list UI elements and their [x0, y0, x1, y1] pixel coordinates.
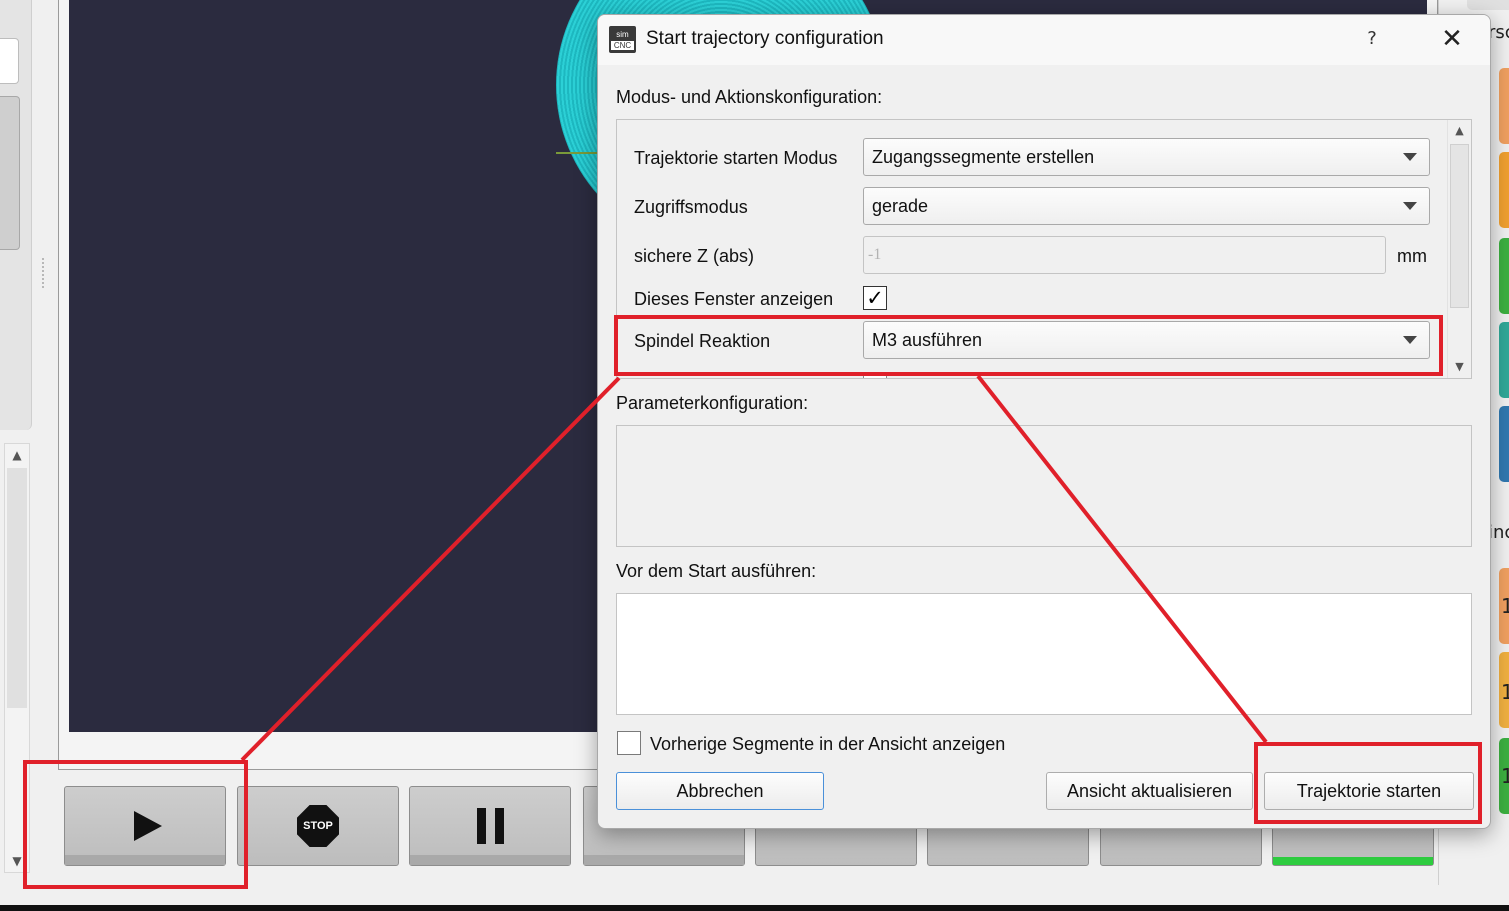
- close-button[interactable]: ✕: [1436, 23, 1468, 55]
- vor-start-label: Vor dem Start ausführen:: [616, 561, 817, 581]
- right-tile-number: 1: [1501, 594, 1509, 618]
- cancel-button[interactable]: Abbrechen: [616, 772, 824, 810]
- pause-icon: [476, 808, 504, 844]
- modus-section-label: Modus- und Aktionskonfiguration:: [616, 87, 883, 107]
- scroll-up-arrow-icon[interactable]: ▲: [1448, 120, 1471, 142]
- scroll-down-arrow-icon[interactable]: ▼: [1448, 356, 1471, 378]
- right-tile-number: 1: [1501, 764, 1509, 788]
- spindel-reaktion-label: Spindel Reaktion: [634, 331, 771, 351]
- modus-config-panel: Trajektorie starten Modus Zugangssegment…: [616, 119, 1472, 379]
- refresh-view-button[interactable]: Ansicht aktualisieren: [1046, 772, 1253, 810]
- simcnc-logo-icon: sim CNC: [609, 26, 636, 53]
- spindel-reaktion-select[interactable]: M3 ausführen: [863, 321, 1430, 359]
- param-section-label: Parameterkonfiguration:: [616, 393, 809, 413]
- fenster-anzeigen-checkbox[interactable]: ✓: [863, 286, 887, 310]
- left-side-tab[interactable]: [0, 96, 20, 250]
- chevron-down-icon: [1403, 202, 1417, 210]
- chevron-down-icon: [1403, 336, 1417, 344]
- right-top-tab[interactable]: [1467, 0, 1509, 10]
- trajektorie-mode-label: Trajektorie starten Modus: [634, 148, 838, 168]
- scroll-up-arrow-icon[interactable]: ▲: [5, 444, 29, 466]
- scroll-down-arrow-icon[interactable]: ▼: [5, 850, 29, 872]
- right-panel-label-top: rsc: [1488, 22, 1509, 43]
- fenster-anzeigen-label: Dieses Fenster anzeigen: [634, 289, 834, 309]
- pause-program-button[interactable]: [409, 786, 571, 866]
- zugriffsmodus-select[interactable]: gerade: [863, 187, 1430, 225]
- right-tile-amber[interactable]: [1499, 152, 1509, 228]
- left-scrollbar[interactable]: ▲ ▼: [4, 443, 30, 873]
- sichere-z-input[interactable]: -1: [863, 236, 1386, 274]
- active-indicator-bar: [1273, 857, 1433, 865]
- checkmark-icon: ✓: [866, 286, 884, 310]
- vor-start-code-editor[interactable]: [616, 593, 1472, 715]
- param-config-panel: [616, 425, 1472, 547]
- left-input-field[interactable]: [0, 38, 19, 84]
- bottom-strip: [0, 885, 1509, 905]
- sichere-z-label: sichere Z (abs): [634, 246, 755, 266]
- help-button[interactable]: ?: [1358, 25, 1386, 53]
- trajektorie-mode-select[interactable]: Zugangssegmente erstellen: [863, 138, 1430, 176]
- hidden-row-checkbox[interactable]: [863, 372, 887, 378]
- start-program-button[interactable]: [64, 786, 226, 866]
- chevron-down-icon: [1403, 153, 1417, 161]
- start-trajectory-dialog: sim CNC Start trajectory configuration ?…: [597, 14, 1491, 829]
- scroll-thumb[interactable]: [1450, 144, 1469, 308]
- right-tile-teal[interactable]: [1499, 322, 1509, 398]
- start-trajectory-button[interactable]: Trajektorie starten: [1264, 772, 1474, 810]
- right-tile-blue[interactable]: [1499, 406, 1509, 482]
- stop-program-button[interactable]: STOP: [237, 786, 399, 866]
- play-icon: [134, 811, 162, 841]
- dialog-titlebar[interactable]: sim CNC Start trajectory configuration ?…: [598, 15, 1490, 65]
- right-tile-green[interactable]: [1499, 238, 1509, 314]
- prev-segments-checkbox[interactable]: [617, 731, 641, 755]
- toolpath-start-line: [556, 152, 600, 154]
- right-panel-label-mid: inc: [1488, 522, 1509, 543]
- modus-scrollbar[interactable]: ▲ ▼: [1447, 120, 1471, 378]
- right-tile-number: 1: [1501, 680, 1509, 704]
- splitter-handle[interactable]: [42, 258, 46, 288]
- scroll-thumb[interactable]: [7, 468, 27, 708]
- stop-sign-icon: STOP: [297, 805, 339, 847]
- prev-segments-label: Vorherige Segmente in der Ansicht anzeig…: [650, 734, 1006, 754]
- dialog-title: Start trajectory configuration: [646, 28, 884, 49]
- bottom-border: [0, 905, 1509, 911]
- sichere-z-unit: mm: [1397, 246, 1427, 266]
- right-tile-orange[interactable]: [1499, 68, 1509, 144]
- zugriffsmodus-label: Zugriffsmodus: [634, 197, 748, 217]
